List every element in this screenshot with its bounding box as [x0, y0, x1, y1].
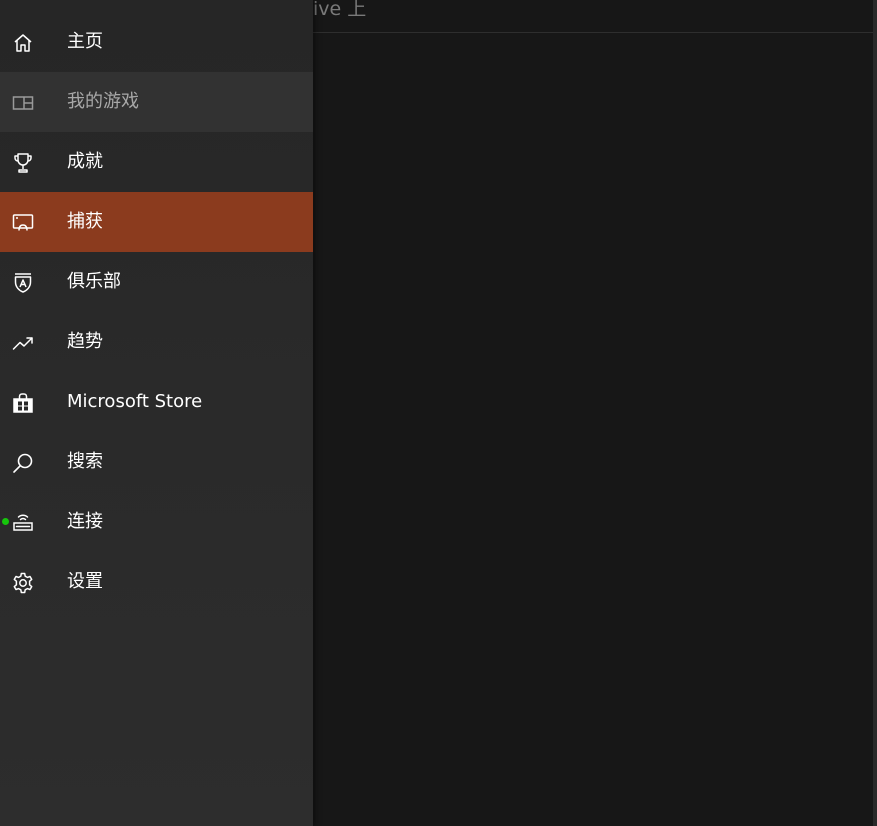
sidebar-item-label: 俱乐部 [67, 271, 121, 292]
sidebar-item-my-games[interactable]: 我的游戏 [0, 72, 313, 132]
content-header-text: ive 上 [313, 0, 367, 20]
sidebar-item-label: 趋势 [67, 331, 103, 352]
trending-icon [11, 331, 35, 355]
sidebar-item-home[interactable]: 主页 [0, 12, 313, 72]
sidebar-item-microsoft-store[interactable]: Microsoft Store [0, 372, 313, 432]
sidebar-item-label: 连接 [67, 511, 103, 532]
sidebar-item-achievements[interactable]: 成就 [0, 132, 313, 192]
sidebar-item-label: 捕获 [67, 211, 103, 232]
sidebar-item-label: 搜索 [67, 451, 103, 472]
sidebar-item-clubs[interactable]: 俱乐部 [0, 252, 313, 312]
trophy-icon [11, 151, 35, 175]
connection-status-dot [2, 518, 9, 525]
my-games-icon [11, 91, 35, 115]
sidebar-item-label: 我的游戏 [67, 91, 139, 112]
xbox-app-window: ive 上 主页 我的游戏 成就 捕获 俱乐部 趋势 Microsoft Sto… [0, 0, 877, 826]
sidebar-item-trending[interactable]: 趋势 [0, 312, 313, 372]
gear-icon [11, 571, 35, 595]
sidebar-item-settings[interactable]: 设置 [0, 552, 313, 612]
club-shield-icon [11, 271, 35, 295]
scrollbar-track[interactable] [873, 0, 877, 826]
sidebar-item-label: 主页 [67, 31, 103, 52]
console-connect-icon [11, 511, 35, 535]
sidebar-item-label: 设置 [67, 571, 103, 592]
sidebar-item-label: Microsoft Store [67, 391, 203, 412]
sidebar-item-connection[interactable]: 连接 [0, 492, 313, 552]
sidebar-item-label: 成就 [67, 151, 103, 172]
home-icon [11, 31, 35, 55]
store-bag-icon [11, 391, 35, 415]
sidebar-item-search[interactable]: 搜索 [0, 432, 313, 492]
sidebar-nav: 主页 我的游戏 成就 捕获 俱乐部 趋势 Microsoft Store 搜索 … [0, 0, 313, 826]
capture-icon [11, 211, 35, 235]
search-icon [11, 451, 35, 475]
sidebar-item-captures[interactable]: 捕获 [0, 192, 313, 252]
content-header: ive 上 [313, 0, 873, 33]
